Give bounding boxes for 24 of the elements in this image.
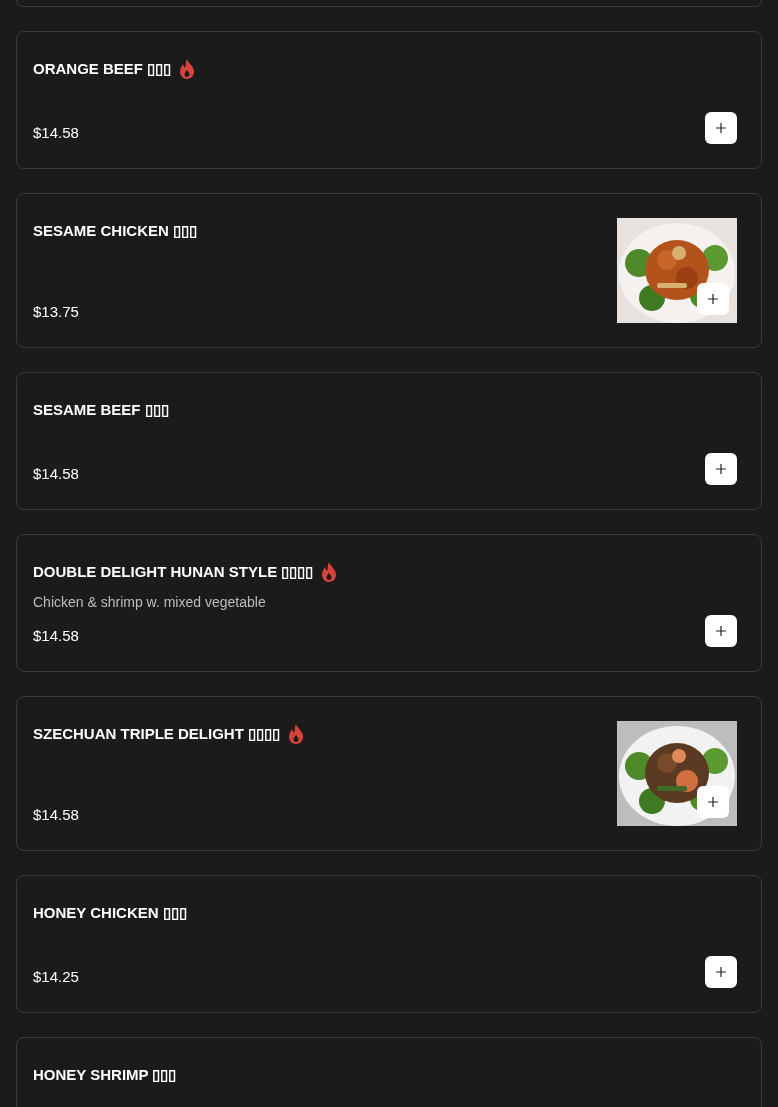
dish-description: Chicken & shrimp w. mixed vegetable xyxy=(33,593,267,612)
add-button[interactable] xyxy=(705,453,737,485)
plus-icon xyxy=(708,797,718,807)
plus-icon xyxy=(708,294,718,304)
plus-icon xyxy=(716,123,726,133)
add-button[interactable] xyxy=(705,956,737,988)
dish-name: HONEY CHICKEN ▯▯▯ xyxy=(33,903,187,923)
plus-icon xyxy=(716,464,726,474)
price: $14.58 xyxy=(33,805,80,825)
price: $14.25 xyxy=(33,967,80,987)
price: $14.58 xyxy=(33,123,80,143)
dish-name: SZECHUAN TRIPLE DELIGHT ▯▯▯▯ xyxy=(33,724,280,744)
price: $14.58 xyxy=(33,626,80,646)
price: $13.75 xyxy=(33,302,80,322)
price: $14.58 xyxy=(33,464,80,484)
plus-icon xyxy=(716,967,726,977)
dish-name: HONEY SHRIMP ▯▯▯ xyxy=(33,1065,177,1085)
add-button[interactable] xyxy=(705,112,737,144)
add-button[interactable] xyxy=(705,615,737,647)
plus-icon xyxy=(716,626,726,636)
dish-name: DOUBLE DELIGHT HUNAN STYLE ▯▯▯▯ xyxy=(33,562,314,582)
dish-name: SESAME BEEF ▯▯▯ xyxy=(33,400,169,420)
dish-name: ORANGE BEEF ▯▯▯ xyxy=(33,59,172,79)
dish-name: SESAME CHICKEN ▯▯▯ xyxy=(33,221,198,241)
